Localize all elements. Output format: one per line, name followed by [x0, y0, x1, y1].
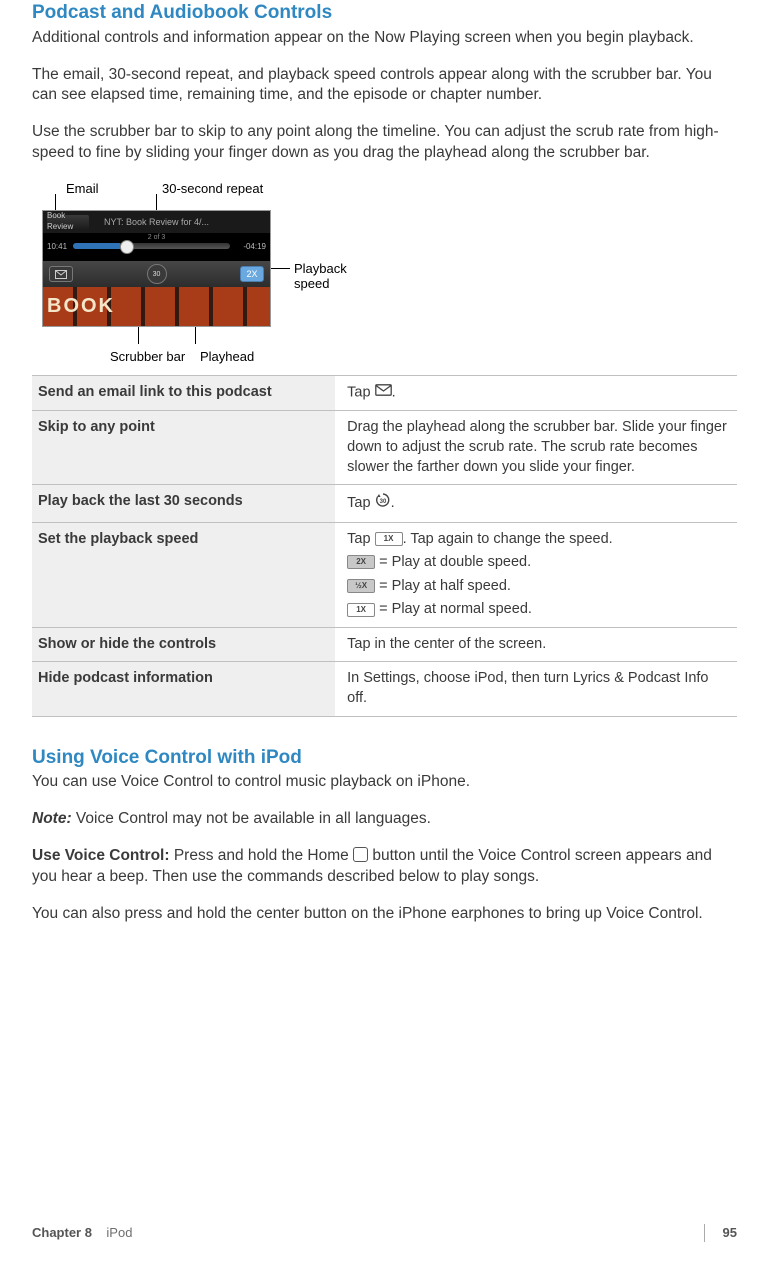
speed-half-badge: ½X [347, 579, 375, 593]
back-button: Book Review [47, 215, 89, 229]
action-label: Skip to any point [32, 411, 335, 485]
now-playing-title: NYT: Book Review for 4/... [104, 216, 209, 228]
action-label: Show or hide the controls [32, 627, 335, 662]
email-icon [49, 266, 73, 282]
table-row: Play back the last 30 seconds Tap 30. [32, 485, 737, 523]
action-label: Hide podcast information [32, 662, 335, 716]
speed-2x-badge: 2X [347, 555, 375, 569]
callout-scrubber-bar: Scrubber bar [110, 348, 185, 366]
action-detail: Tap 1X. Tap again to change the speed. 2… [335, 522, 737, 627]
paragraph: Use Voice Control: Press and hold the Ho… [32, 846, 737, 888]
action-detail: Tap in the center of the screen. [335, 627, 737, 662]
chapter-name: iPod [106, 1225, 132, 1240]
speed-1x-badge: 1X [347, 603, 375, 617]
action-detail: Tap . [335, 376, 737, 411]
paragraph: You can also press and hold the center b… [32, 904, 737, 925]
paragraph: You can use Voice Control to control mus… [32, 772, 737, 793]
elapsed-time: 10:41 [47, 242, 67, 253]
action-label: Play back the last 30 seconds [32, 485, 335, 523]
action-detail: Drag the playhead along the scrubber bar… [335, 411, 737, 485]
speed-1x-badge: 1X [375, 532, 403, 546]
playback-speed-badge: 2X [240, 266, 264, 282]
paragraph: The email, 30-second repeat, and playbac… [32, 65, 737, 107]
table-row: Send an email link to this podcast Tap . [32, 376, 737, 411]
svg-text:30: 30 [379, 499, 386, 505]
note-label: Note: [32, 810, 72, 827]
action-label: Send an email link to this podcast [32, 376, 335, 411]
table-row: Hide podcast information In Settings, ch… [32, 662, 737, 716]
section-title-voice-control: Using Voice Control with iPod [32, 745, 737, 771]
actions-table: Send an email link to this podcast Tap .… [32, 375, 737, 716]
album-art: BOOK [43, 287, 270, 326]
mail-icon [375, 383, 392, 403]
table-row: Skip to any point Drag the playhead alon… [32, 411, 737, 485]
callout-email: Email [66, 180, 99, 198]
note: Note: Voice Control may not be available… [32, 809, 737, 830]
remaining-time: -04:19 [243, 242, 266, 253]
page-number: 95 [704, 1224, 737, 1242]
rewind-30-icon: 30 [147, 264, 167, 284]
callout-playhead: Playhead [200, 348, 254, 366]
use-voice-control-label: Use Voice Control: [32, 847, 170, 864]
page-footer: Chapter 8 iPod 95 [0, 1224, 769, 1242]
screenshot-now-playing: Book Review NYT: Book Review for 4/... 1… [42, 210, 271, 327]
rewind-30-icon: 30 [375, 492, 391, 515]
chapter-label: Chapter 8 [32, 1225, 92, 1240]
figure-podcast-controls: Email 30-second repeat Playback speed Sc… [32, 180, 372, 365]
playhead [120, 240, 134, 254]
action-detail: Tap 30. [335, 485, 737, 523]
section-title-podcast-controls: Podcast and Audiobook Controls [32, 0, 737, 26]
home-button-icon [353, 847, 368, 862]
paragraph: Use the scrubber bar to skip to any poin… [32, 122, 737, 164]
table-row: Set the playback speed Tap 1X. Tap again… [32, 522, 737, 627]
paragraph: Additional controls and information appe… [32, 28, 737, 49]
action-label: Set the playback speed [32, 522, 335, 627]
table-row: Show or hide the controls Tap in the cen… [32, 627, 737, 662]
callout-playback-speed: Playback speed [294, 262, 364, 292]
callout-30-second-repeat: 30-second repeat [162, 180, 263, 198]
scrubber-bar [73, 243, 230, 249]
action-detail: In Settings, choose iPod, then turn Lyri… [335, 662, 737, 716]
track-index: 2 of 3 [43, 233, 270, 242]
